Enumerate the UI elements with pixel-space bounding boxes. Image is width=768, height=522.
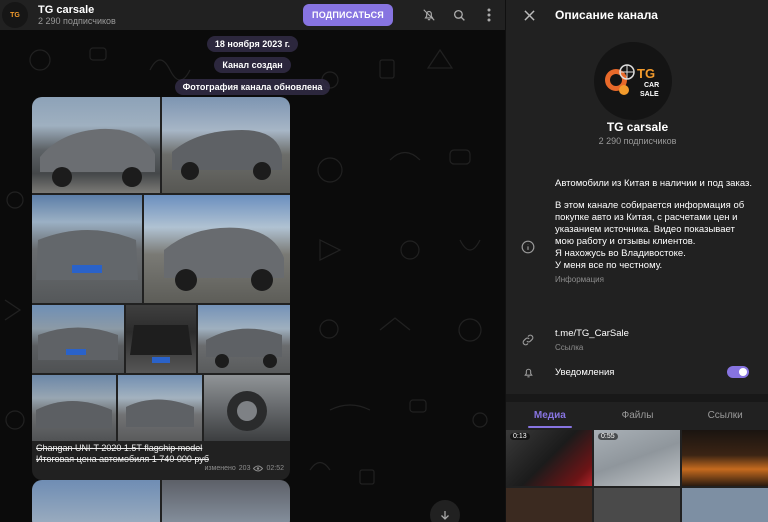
channel-name: TG carsale <box>606 120 669 134</box>
mute-bell-icon[interactable] <box>421 7 437 23</box>
description-paragraph: Я нахожусь во Владивостоке. <box>555 248 686 259</box>
car-photo[interactable] <box>32 375 116 441</box>
logo-text-car: CAR <box>644 82 659 89</box>
info-icon <box>520 239 536 255</box>
car-photo[interactable] <box>126 305 196 373</box>
media-grid: 0:13 0:55 <box>506 430 768 522</box>
video-duration: 0:13 <box>510 433 530 440</box>
edited-label: изменено <box>204 465 236 472</box>
channel-info-pane: Описание канала TG CAR SALE TG carsale 2… <box>505 0 768 522</box>
arrow-down-icon <box>441 511 449 520</box>
channel-link[interactable]: t.me/TG_CarSale <box>555 328 755 340</box>
notifications-label: Уведомления <box>555 367 615 378</box>
link-icon <box>520 332 536 348</box>
tab-links[interactable]: Ссылки <box>681 402 768 428</box>
avatar-text: TG <box>10 11 20 19</box>
description-paragraph: Автомобили из Китая в наличии и под зака… <box>555 178 752 189</box>
car-photo[interactable] <box>162 97 290 193</box>
chat-header[interactable]: TG TG carsale 2 290 подписчиков ПОДПИСАТ… <box>0 0 505 30</box>
channel-avatar[interactable]: TG <box>2 2 28 28</box>
channel-subscribers: 2 290 подписчиков <box>38 15 116 26</box>
channel-description: Автомобили из Китая в наличии и под зака… <box>555 178 755 286</box>
car-photo[interactable] <box>198 305 290 373</box>
car-photo[interactable] <box>118 375 202 441</box>
post-meta: изменено 203 02:52 <box>204 465 284 472</box>
info-title: Описание канала <box>555 8 658 22</box>
service-message: Канал создан <box>0 57 505 73</box>
car-photo[interactable] <box>204 375 290 441</box>
link-body: t.me/TG_CarSale Ссылка <box>555 328 755 354</box>
views-count: 203 <box>238 465 251 472</box>
channel-subscribers-count: 2 290 подписчиков <box>598 136 677 146</box>
post-time: 02:52 <box>266 465 284 472</box>
channel-created-pill: Канал создан <box>214 57 291 73</box>
search-icon[interactable] <box>451 7 467 23</box>
chat-pane: TG TG carsale 2 290 подписчиков ПОДПИСАТ… <box>0 0 505 522</box>
media-thumb[interactable] <box>682 488 768 522</box>
close-icon[interactable] <box>521 7 537 23</box>
description-paragraph: В этом канале собирается информация об п… <box>555 200 745 247</box>
telegram-window: TG TG carsale 2 290 подписчиков ПОДПИСАТ… <box>0 0 768 522</box>
media-thumb[interactable] <box>594 488 680 522</box>
media-thumb[interactable] <box>682 430 768 486</box>
channel-title: TG carsale <box>38 3 95 16</box>
car-photo[interactable] <box>32 305 124 373</box>
car-photo[interactable] <box>144 195 290 303</box>
caption-line: Changan UNI-T 2020 1.5T flagship model <box>36 443 203 453</box>
description-label: Информация <box>555 275 604 284</box>
description-paragraph: У меня все по честному. <box>555 260 663 271</box>
next-album-post[interactable] <box>32 480 290 522</box>
section-divider <box>506 394 768 402</box>
channel-header-info[interactable]: TG carsale 2 290 подписчиков <box>38 4 116 27</box>
video-duration: 0:55 <box>598 433 618 440</box>
join-button[interactable]: ПОДПИСАТЬСЯ <box>303 4 393 26</box>
car-photo[interactable] <box>162 480 290 522</box>
logo-text-sale: SALE <box>640 91 659 98</box>
scroll-down-button[interactable] <box>430 500 460 522</box>
album-post[interactable]: Changan UNI-T 2020 1.5T flagship model И… <box>32 97 290 480</box>
bell-icon <box>520 364 536 380</box>
post-caption: Changan UNI-T 2020 1.5T flagship model И… <box>36 443 288 465</box>
media-thumb[interactable]: 0:55 <box>594 430 680 486</box>
date-divider: 18 ноября 2023 г. <box>0 36 505 52</box>
more-vertical-icon[interactable] <box>481 7 497 23</box>
car-photo[interactable] <box>32 195 142 303</box>
tab-media[interactable]: Медиа <box>506 402 594 428</box>
caption-line: Итоговая цена автомобиля 1 740 000 руб <box>36 454 209 464</box>
service-message: Фотография канала обновлена <box>0 79 505 95</box>
channel-logo[interactable]: TG CAR SALE <box>594 42 672 120</box>
logo-text-tg: TG <box>637 66 655 81</box>
date-pill: 18 ноября 2023 г. <box>206 36 299 52</box>
media-thumb[interactable] <box>506 488 592 522</box>
photo-updated-pill: Фотография канала обновлена <box>174 79 331 95</box>
info-header: Описание канала <box>506 0 768 30</box>
media-thumb[interactable]: 0:13 <box>506 430 592 486</box>
tab-files[interactable]: Файлы <box>594 402 682 428</box>
car-photo[interactable] <box>32 480 160 522</box>
link-label: Ссылка <box>555 343 584 352</box>
car-photo[interactable] <box>32 97 160 193</box>
eye-icon <box>253 465 264 472</box>
notifications-toggle[interactable] <box>727 366 749 378</box>
media-tabs: Медиа Файлы Ссылки <box>506 402 768 428</box>
